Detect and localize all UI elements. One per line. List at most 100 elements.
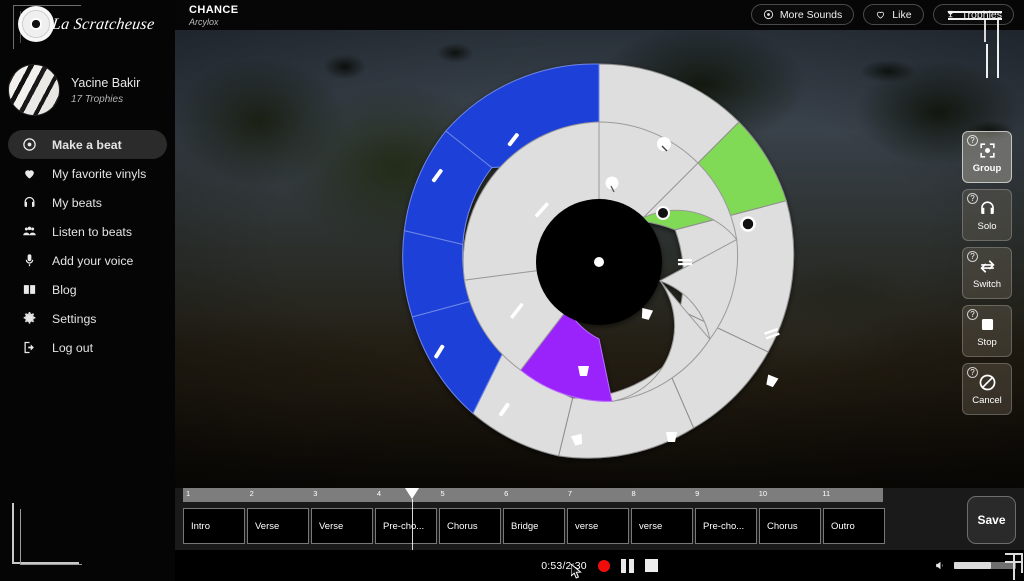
no-entry-icon — [978, 372, 997, 392]
help-icon[interactable]: ? — [967, 193, 978, 204]
heart-icon — [22, 166, 37, 181]
heart-outline-icon — [877, 11, 885, 19]
group-frame-icon — [978, 140, 997, 160]
pause-button[interactable] — [620, 558, 634, 573]
tool-switch[interactable]: ? Switch — [962, 247, 1012, 299]
sidebar: La Scratcheuse Yacine Bakir 17 Trophies … — [0, 0, 175, 581]
tool-label: Switch — [973, 279, 1001, 290]
artist-name: Arcylox — [189, 17, 219, 27]
drum-icon — [740, 216, 756, 232]
sidebar-item-label: Settings — [52, 311, 97, 326]
timeline-segment[interactable]: verse — [567, 508, 629, 544]
tool-group[interactable]: ? Group — [962, 131, 1012, 183]
ruler-mark: 3 — [313, 489, 318, 498]
headphones-icon — [22, 195, 37, 210]
record-dot-icon — [597, 559, 610, 572]
tool-stop[interactable]: ? Stop — [962, 305, 1012, 357]
more-sounds-label: More Sounds — [779, 8, 843, 21]
corner-overlay-decor — [12, 503, 82, 565]
volume-overlay-lines — [1005, 551, 1023, 580]
stop-square-icon — [978, 314, 997, 334]
timeline-segment[interactable]: Chorus — [439, 508, 501, 544]
timeline-segment[interactable]: Chorus — [759, 508, 821, 544]
app-root: ? Group ? Solo ? Switch ? Stop ? Cancel … — [0, 0, 1024, 581]
brand-name: La Scratcheuse — [50, 16, 156, 33]
wheel-svg[interactable] — [398, 61, 800, 463]
tool-cancel[interactable]: ? Cancel — [962, 363, 1012, 415]
sidebar-item-label: Listen to beats — [52, 224, 132, 239]
avatar — [8, 64, 60, 116]
center-dot-icon — [594, 257, 604, 267]
sidebar-item-label: My beats — [52, 195, 102, 210]
microphone-icon — [22, 253, 37, 268]
sidebar-item-listen-to-beats[interactable]: Listen to beats — [8, 217, 167, 246]
timeline-segment[interactable]: Pre-cho... — [375, 508, 437, 544]
transport-bar: 0:53/2:30 — [175, 550, 1024, 581]
save-button[interactable]: Save — [967, 496, 1016, 544]
stop-icon — [644, 559, 658, 572]
timeline-segment[interactable]: Pre-cho... — [695, 508, 757, 544]
sidebar-item-label: Blog — [52, 282, 77, 297]
timeline-segment[interactable]: Verse — [311, 508, 373, 544]
sidebar-item-blog[interactable]: Blog — [8, 275, 167, 304]
beat-wheel[interactable] — [398, 61, 800, 463]
volume-control[interactable] — [934, 550, 1016, 581]
drum-icon — [641, 307, 654, 320]
user-profile[interactable]: Yacine Bakir 17 Trophies — [0, 58, 175, 130]
ruler-mark: 8 — [631, 489, 636, 498]
sidebar-item-my-favorite-vinyls[interactable]: My favorite vinyls — [8, 159, 167, 188]
page-title: CHANCE — [189, 4, 239, 16]
vinyl-record-icon — [22, 137, 37, 152]
help-icon[interactable]: ? — [967, 367, 978, 378]
tool-label: Group — [972, 163, 1002, 174]
trophies-overlay-stem-2 — [984, 20, 986, 42]
sidebar-item-label: My favorite vinyls — [52, 166, 147, 181]
trophies-overlay-lines — [948, 11, 1002, 21]
timeline-segment[interactable]: verse — [631, 508, 693, 544]
help-icon[interactable]: ? — [967, 309, 978, 320]
brand[interactable]: La Scratcheuse — [0, 0, 175, 58]
ruler-mark: 1 — [186, 489, 191, 498]
ruler-mark: 11 — [822, 489, 831, 498]
vinyl-record-icon — [18, 6, 54, 42]
volume-fill — [954, 562, 992, 569]
record-button[interactable] — [597, 559, 610, 572]
help-icon[interactable]: ? — [967, 135, 978, 146]
tool-label: Cancel — [972, 395, 1002, 406]
timeline-ruler[interactable]: 1 2 3 4 5 6 7 8 9 10 11 — [183, 488, 883, 502]
sidebar-item-label: Make a beat — [52, 137, 122, 152]
transport-controls: 0:53/2:30 — [175, 550, 1024, 581]
timeline-segments: Intro Verse Verse Pre-cho... Chorus Bridge ver… — [183, 508, 885, 544]
ruler-mark: 4 — [376, 489, 382, 498]
ruler-mark: 10 — [758, 489, 768, 498]
timeline-segment[interactable]: Verse — [247, 508, 309, 544]
pause-icon — [620, 558, 634, 573]
timeline-segment[interactable]: Outro — [823, 508, 885, 544]
sidebar-item-add-your-voice[interactable]: Add your voice — [8, 246, 167, 275]
more-sounds-button[interactable]: More Sounds — [750, 4, 855, 25]
stop-button[interactable] — [644, 559, 658, 572]
sidebar-item-settings[interactable]: Settings — [8, 304, 167, 333]
volume-icon[interactable] — [934, 559, 947, 572]
sidebar-item-label: Add your voice — [52, 253, 134, 268]
sidebar-item-my-beats[interactable]: My beats — [8, 188, 167, 217]
sidebar-nav: Make a beat My favorite vinyls My beats Lis… — [0, 130, 175, 362]
timeline-segment[interactable]: Intro — [183, 508, 245, 544]
user-name: Yacine Bakir — [71, 75, 141, 90]
timeline-segment[interactable]: Bridge — [503, 508, 565, 544]
sidebar-item-log-out[interactable]: Log out — [8, 333, 167, 362]
like-button[interactable]: Like — [863, 4, 924, 25]
tool-panel: ? Group ? Solo ? Switch ? Stop ? Cancel — [962, 131, 1012, 415]
sidebar-item-make-a-beat[interactable]: Make a beat — [8, 130, 167, 159]
tool-solo[interactable]: ? Solo — [962, 189, 1012, 241]
ruler-mark: 7 — [567, 489, 572, 498]
sidebar-item-label: Log out — [52, 340, 94, 355]
help-icon[interactable]: ? — [967, 251, 978, 262]
tool-label: Solo — [977, 221, 997, 232]
swap-arrows-icon — [978, 256, 997, 276]
logout-arrow-icon — [22, 340, 37, 355]
playhead-marker[interactable] — [405, 488, 420, 499]
headphones-icon — [978, 198, 997, 218]
timeline: 1 2 3 4 5 6 7 8 9 10 11 Intro Verse Verse Pre-cho... C… — [175, 488, 1024, 569]
ruler-mark: 5 — [440, 489, 445, 498]
